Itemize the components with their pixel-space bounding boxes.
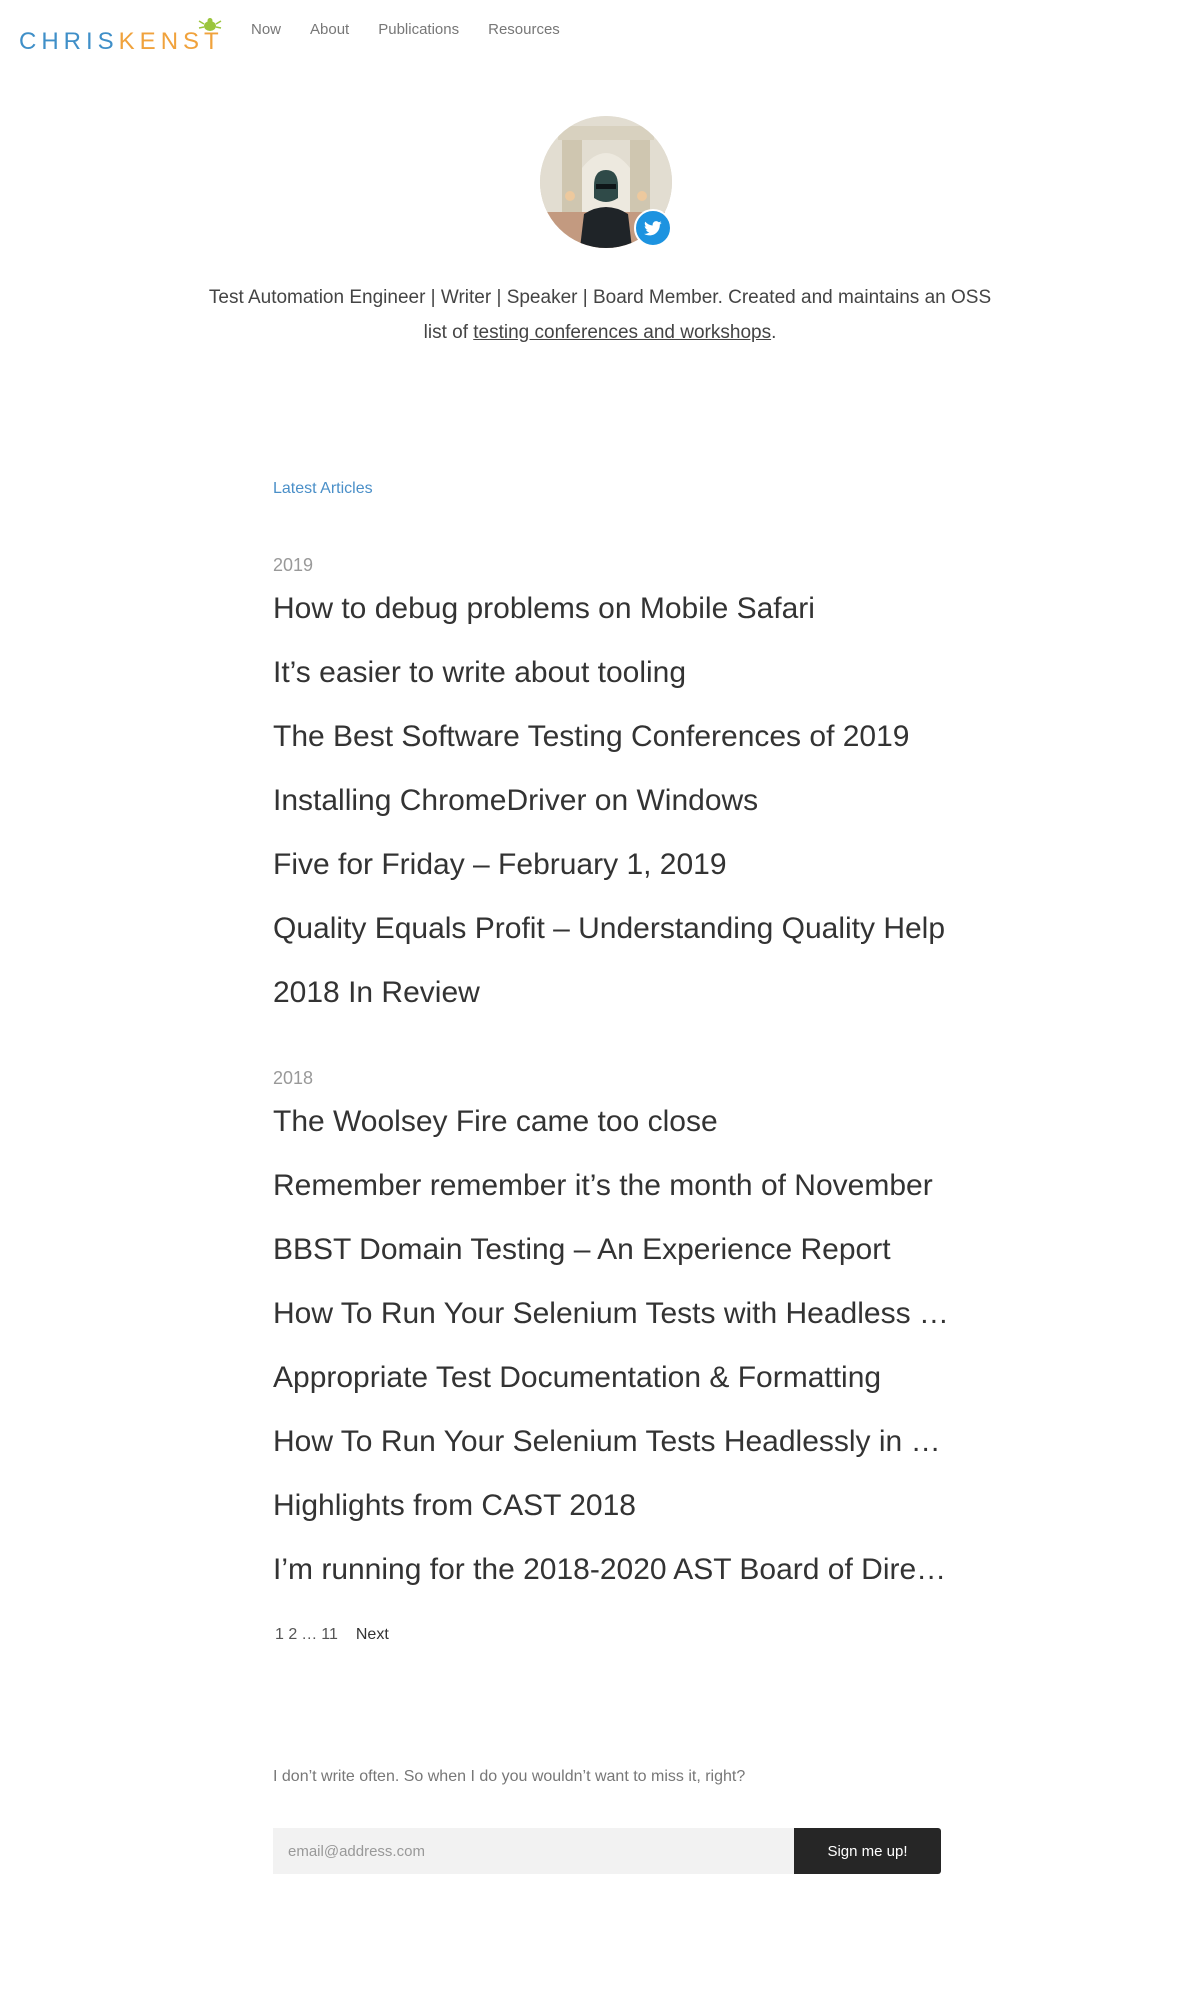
article-link[interactable]: It’s easier to write about tooling — [273, 656, 686, 689]
nav-publications[interactable]: Publications — [378, 21, 459, 38]
profile-avatar — [540, 116, 672, 248]
next-page-link[interactable]: Next — [356, 1626, 389, 1644]
main-nav: Now About Publications Resources — [251, 21, 589, 38]
email-input[interactable] — [273, 1828, 794, 1874]
article-link[interactable]: I’m running for the 2018-2020 AST Board … — [273, 1553, 953, 1586]
article-link[interactable]: Appropriate Test Documentation & Formatt… — [273, 1361, 881, 1394]
site-logo[interactable]: CHRISKENST — [19, 28, 224, 56]
article-item[interactable]: How To Run Your Selenium Tests Headlessl… — [273, 1420, 953, 1484]
article-list-2018: The Woolsey Fire came too close Remember… — [273, 1100, 953, 1612]
article-link[interactable]: How to debug problems on Mobile Safari — [273, 592, 815, 625]
article-item[interactable]: I’m running for the 2018-2020 AST Board … — [273, 1548, 953, 1612]
logo-part1: CHRIS — [19, 28, 119, 55]
article-item[interactable]: Five for Friday – February 1, 2019 — [273, 843, 953, 907]
nav-now[interactable]: Now — [251, 21, 281, 38]
profile-bio: Test Automation Engineer | Writer | Spea… — [200, 280, 1000, 350]
article-item[interactable]: BBST Domain Testing – An Experience Repo… — [273, 1228, 953, 1292]
nav-resources[interactable]: Resources — [488, 21, 560, 38]
twitter-link[interactable] — [634, 209, 672, 247]
article-link[interactable]: How To Run Your Selenium Tests Headlessl… — [273, 1425, 953, 1458]
article-item[interactable]: Appropriate Test Documentation & Formatt… — [273, 1356, 953, 1420]
article-link[interactable]: 2018 In Review — [273, 976, 480, 1009]
article-link[interactable]: The Best Software Testing Conferences of… — [273, 720, 910, 753]
year-heading: 2019 — [273, 555, 314, 575]
article-link[interactable]: Quality Equals Profit – Understanding Qu… — [273, 912, 945, 945]
site-header: CHRISKENST Now About Publications Resour… — [0, 0, 1200, 60]
article-link[interactable]: Installing ChromeDriver on Windows — [273, 784, 758, 817]
article-item[interactable]: It’s easier to write about tooling — [273, 651, 953, 715]
latest-articles-heading: Latest Articles — [273, 480, 373, 497]
page-link-1[interactable]: 1 — [275, 1626, 284, 1644]
nav-about[interactable]: About — [310, 21, 349, 38]
article-item[interactable]: The Best Software Testing Conferences of… — [273, 715, 953, 779]
article-item[interactable]: Installing ChromeDriver on Windows — [273, 779, 953, 843]
signup-button[interactable]: Sign me up! — [794, 1828, 941, 1874]
pagination: 1 2 … 11 Next — [275, 1626, 389, 1644]
bio-link[interactable]: testing conferences and workshops — [473, 322, 771, 343]
article-item[interactable]: 2018 In Review — [273, 971, 953, 1035]
article-item[interactable]: Remember remember it’s the month of Nove… — [273, 1164, 953, 1228]
article-list-2019: How to debug problems on Mobile Safari I… — [273, 587, 953, 1035]
year-heading: 2018 — [273, 1068, 314, 1088]
bio-end: . — [771, 322, 777, 343]
article-link[interactable]: How To Run Your Selenium Tests with Head… — [273, 1297, 953, 1330]
article-item[interactable]: How to debug problems on Mobile Safari — [273, 587, 953, 651]
article-link[interactable]: The Woolsey Fire came too close — [273, 1105, 718, 1138]
article-item[interactable]: The Woolsey Fire came too close — [273, 1100, 953, 1164]
article-item[interactable]: Highlights from CAST 2018 — [273, 1484, 953, 1548]
article-link[interactable]: Remember remember it’s the month of Nove… — [273, 1169, 933, 1202]
article-link[interactable]: Highlights from CAST 2018 — [273, 1489, 636, 1522]
article-link[interactable]: Five for Friday – February 1, 2019 — [273, 848, 727, 881]
article-item[interactable]: Quality Equals Profit – Understanding Qu… — [273, 907, 953, 971]
twitter-icon — [644, 220, 662, 235]
bug-icon — [198, 18, 222, 31]
article-link[interactable]: BBST Domain Testing – An Experience Repo… — [273, 1233, 891, 1266]
pagination-ellipsis: … — [301, 1626, 318, 1643]
page-link-last[interactable]: 11 — [321, 1626, 338, 1644]
article-item[interactable]: How To Run Your Selenium Tests with Head… — [273, 1292, 953, 1356]
newsletter-text: I don’t write often. So when I do you wo… — [273, 1768, 746, 1785]
page-link-2[interactable]: 2 — [288, 1626, 297, 1644]
